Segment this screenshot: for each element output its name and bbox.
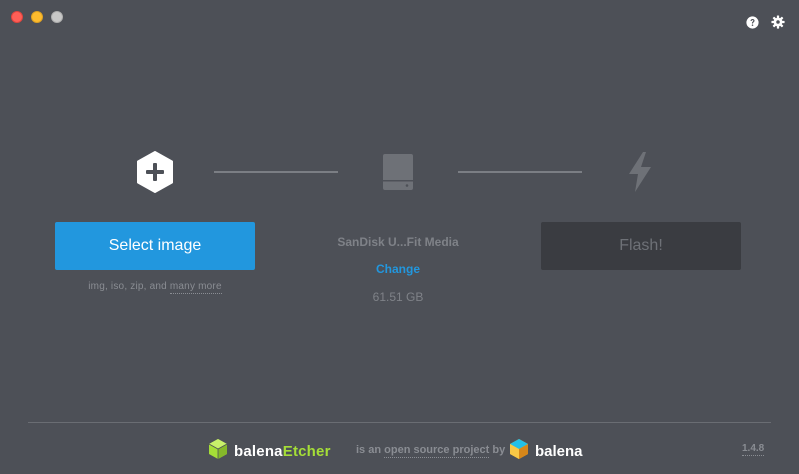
help-icon[interactable] [744, 14, 760, 30]
formats-text: img, iso, zip, and [88, 281, 167, 292]
etcher-logo-link[interactable]: balenaEtcher [208, 438, 331, 465]
balena-wordmark: balena [535, 442, 583, 460]
step-connector-1 [214, 171, 338, 173]
tagline: is an open source project by [356, 444, 506, 458]
supported-formats-hint: img, iso, zip, and many more [55, 281, 255, 294]
lightning-icon [618, 150, 662, 194]
version-link[interactable]: 1.4.8 [742, 443, 765, 456]
plus-hexagon-icon [133, 150, 177, 194]
selected-drive-name: SanDisk U...Fit Media [337, 235, 459, 249]
window-zoom-button[interactable] [51, 11, 63, 23]
app-window: Select image img, iso, zip, and many mor… [0, 0, 799, 474]
etcher-wordmark: balenaEtcher [234, 442, 331, 460]
window-minimize-button[interactable] [31, 11, 43, 23]
change-drive-link[interactable]: Change [298, 262, 498, 276]
gear-icon[interactable] [770, 14, 786, 30]
many-more-link[interactable]: many more [169, 281, 222, 294]
balena-cube-icon [509, 438, 529, 465]
footer-divider [28, 422, 771, 423]
select-image-button[interactable]: Select image [55, 222, 255, 270]
step-connector-2 [458, 171, 582, 173]
footer: balenaEtcher is an open source project b… [0, 438, 799, 465]
selected-drive-size: 61.51 GB [372, 290, 424, 304]
drive-icon [376, 150, 420, 194]
flash-button[interactable]: Flash! [541, 222, 741, 270]
open-source-link[interactable]: open source project [384, 444, 490, 458]
etcher-cube-icon [208, 438, 228, 465]
window-close-button[interactable] [11, 11, 23, 23]
balena-logo-link[interactable]: balena [509, 438, 583, 465]
